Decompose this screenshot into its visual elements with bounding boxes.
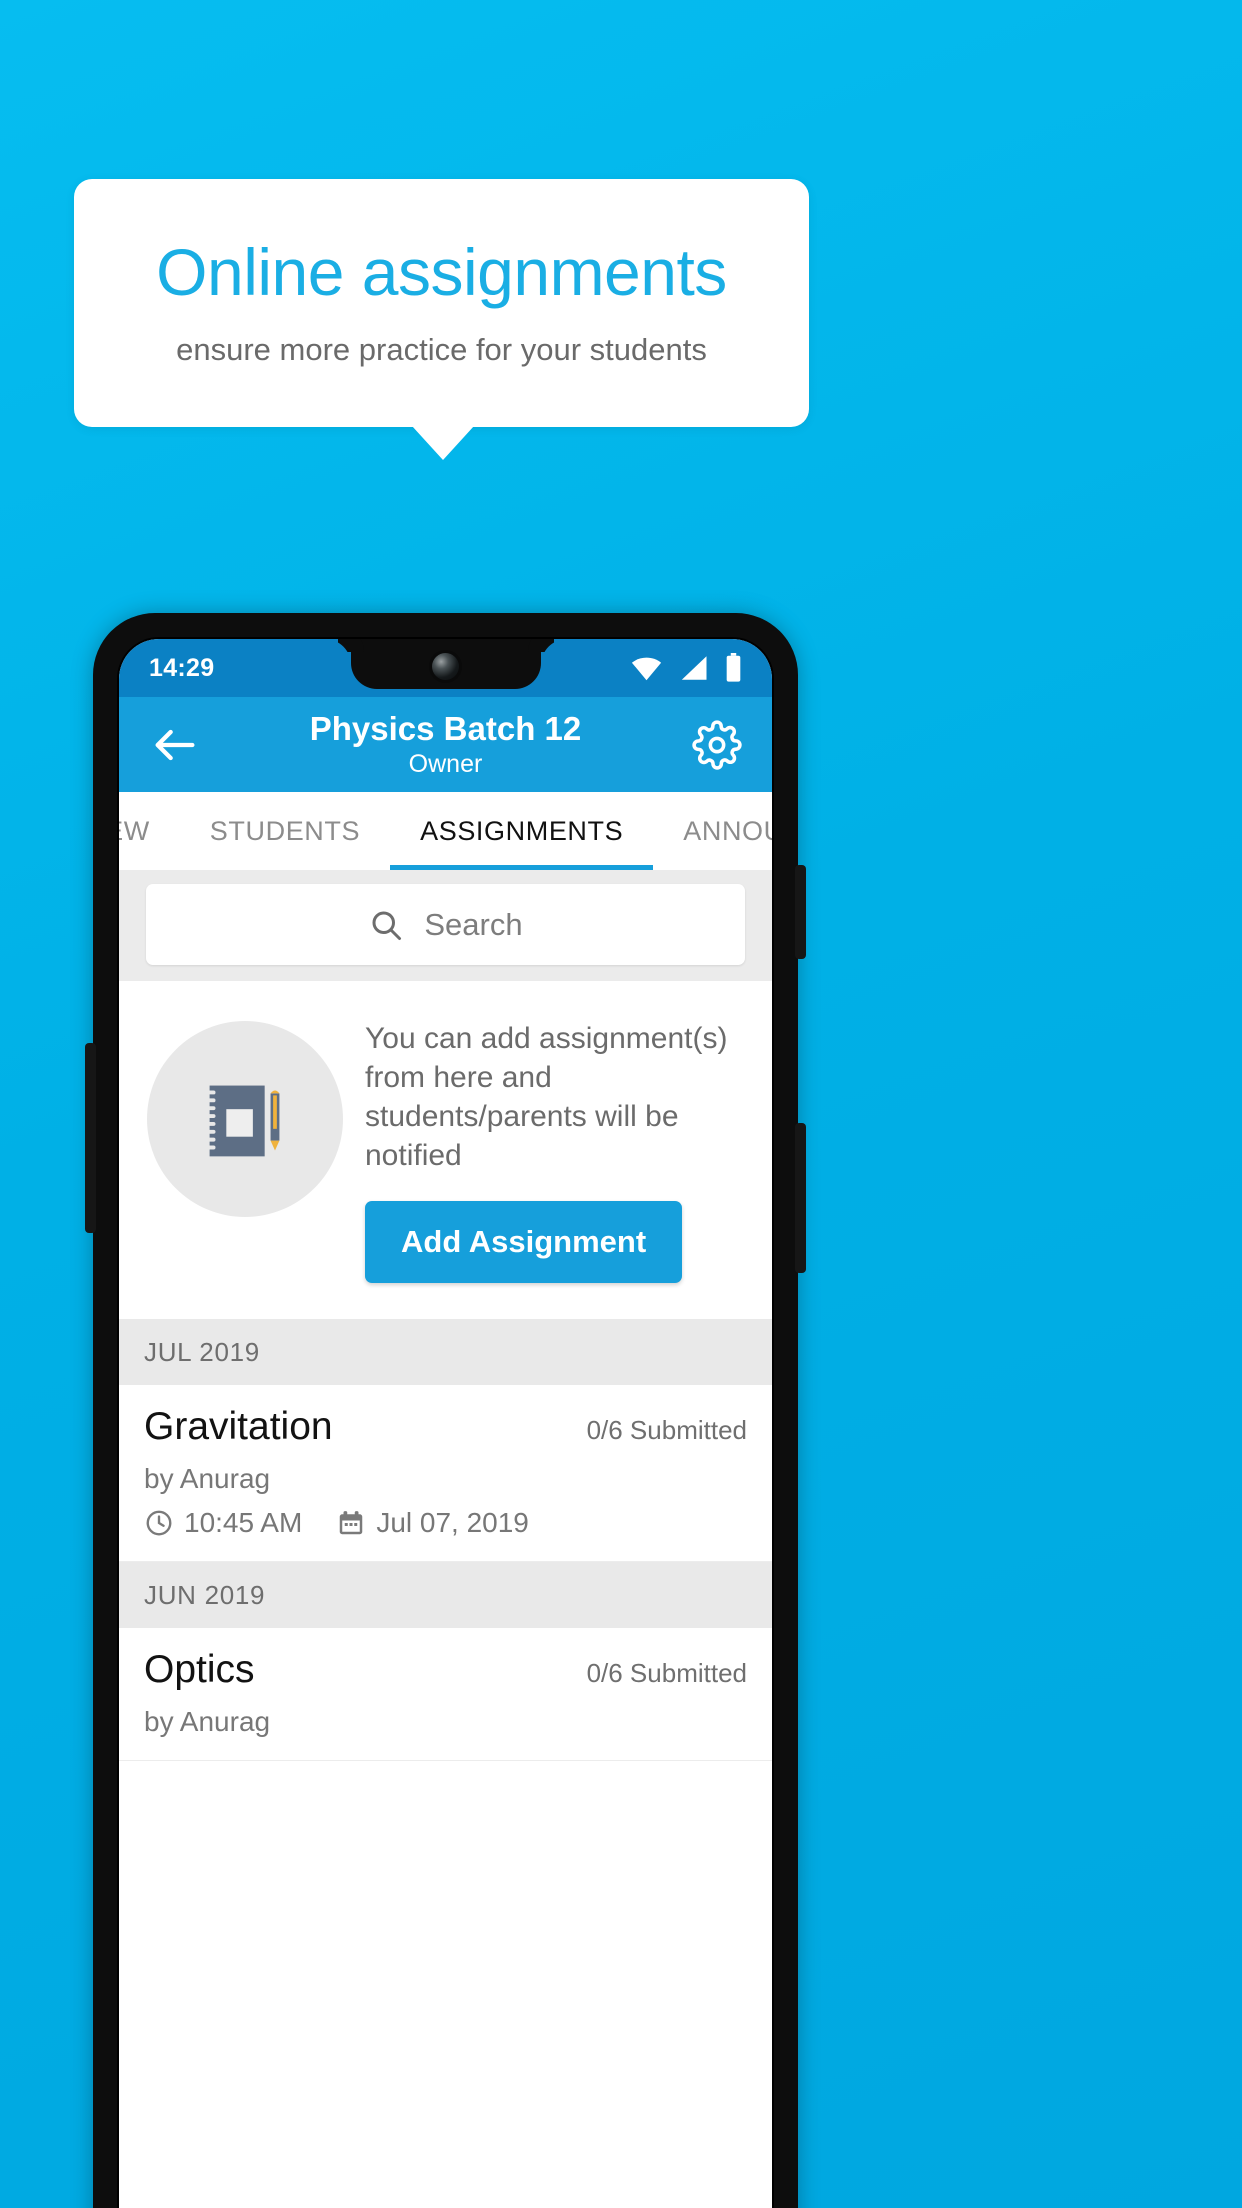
search-container: Search xyxy=(119,870,772,981)
month-header-jul: JUL 2019 xyxy=(119,1319,772,1385)
battery-icon xyxy=(726,653,741,682)
tab-bar[interactable]: IEW STUDENTS ASSIGNMENTS ANNOUNCEMEN xyxy=(119,792,772,870)
empty-state-message: You can add assignment(s) from here and … xyxy=(365,1022,728,1172)
search-placeholder: Search xyxy=(424,906,523,942)
gear-icon[interactable] xyxy=(692,719,742,770)
tab-overview[interactable]: IEW xyxy=(119,792,180,870)
empty-state-card: You can add assignment(s) from here and … xyxy=(119,981,772,1319)
assignment-header-row: Optics 0/6 Submitted xyxy=(144,1648,747,1692)
page-title: Physics Batch 12 xyxy=(309,710,582,748)
cellular-signal-icon xyxy=(681,656,707,680)
phone-mockup: 14:29 Physics Batch 12 Owner W STUDENTS … xyxy=(85,613,806,2208)
add-assignment-button[interactable]: Add Assignment xyxy=(365,1201,683,1283)
clock-icon xyxy=(146,1510,172,1536)
promo-subtitle: ensure more practice for your students xyxy=(176,331,707,367)
empty-state-content: You can add assignment(s) from here and … xyxy=(365,1013,750,1283)
search-icon xyxy=(372,911,402,940)
front-camera-icon xyxy=(432,652,459,680)
promo-callout-card: Online assignments ensure more practice … xyxy=(74,179,809,427)
phone-bezel: 14:29 Physics Batch 12 Owner W STUDENTS … xyxy=(117,637,774,2208)
tab-announcements[interactable]: ANNOUNCEMEN xyxy=(653,792,772,870)
phone-power-button xyxy=(795,865,806,959)
wifi-icon xyxy=(631,657,662,681)
page-subtitle: Owner xyxy=(408,749,483,778)
search-input[interactable]: Search xyxy=(146,884,745,965)
assignment-list-item[interactable]: Optics 0/6 Submitted by Anurag xyxy=(119,1628,772,1761)
status-icons xyxy=(631,653,742,683)
assignment-date: Jul 07, 2019 xyxy=(376,1507,529,1538)
assignment-author: by Anurag xyxy=(144,1463,271,1494)
assignment-title: Gravitation xyxy=(144,1405,333,1448)
phone-volume-button xyxy=(795,1123,806,1273)
status-bar: 14:29 xyxy=(119,639,772,697)
assignment-list-item[interactable]: Gravitation 0/6 Submitted by Anurag 10:4… xyxy=(119,1385,772,1562)
arrow-back-icon[interactable] xyxy=(149,719,201,771)
app-bar: Physics Batch 12 Owner xyxy=(119,697,772,792)
month-header-jun: JUN 2019 xyxy=(119,1562,772,1628)
callout-tail xyxy=(412,426,474,460)
promo-title: Online assignments xyxy=(156,235,727,310)
assignment-time: 10:45 AM xyxy=(184,1507,303,1538)
assignment-title: Optics xyxy=(144,1648,255,1691)
assignment-meta-row: 10:45 AM Jul 07, 2019 xyxy=(144,1507,747,1539)
tab-students[interactable]: STUDENTS xyxy=(180,792,390,870)
assignment-header-row: Gravitation 0/6 Submitted xyxy=(144,1405,747,1449)
tab-assignments[interactable]: ASSIGNMENTS xyxy=(390,792,654,870)
app-bar-titles: Physics Batch 12 Owner xyxy=(119,697,772,792)
camera-notch xyxy=(350,639,541,689)
phone-screen: 14:29 Physics Batch 12 Owner W STUDENTS … xyxy=(119,639,772,2208)
assignment-submitted-count: 0/6 Submitted xyxy=(586,1658,747,1688)
phone-assistant-button xyxy=(85,1043,96,1233)
assignment-author: by Anurag xyxy=(144,1706,271,1737)
calendar-icon xyxy=(340,1511,363,1535)
status-clock: 14:29 xyxy=(149,653,215,682)
assignment-submitted-count: 0/6 Submitted xyxy=(586,1415,747,1445)
notebook-and-pen-icon xyxy=(147,1021,343,1217)
